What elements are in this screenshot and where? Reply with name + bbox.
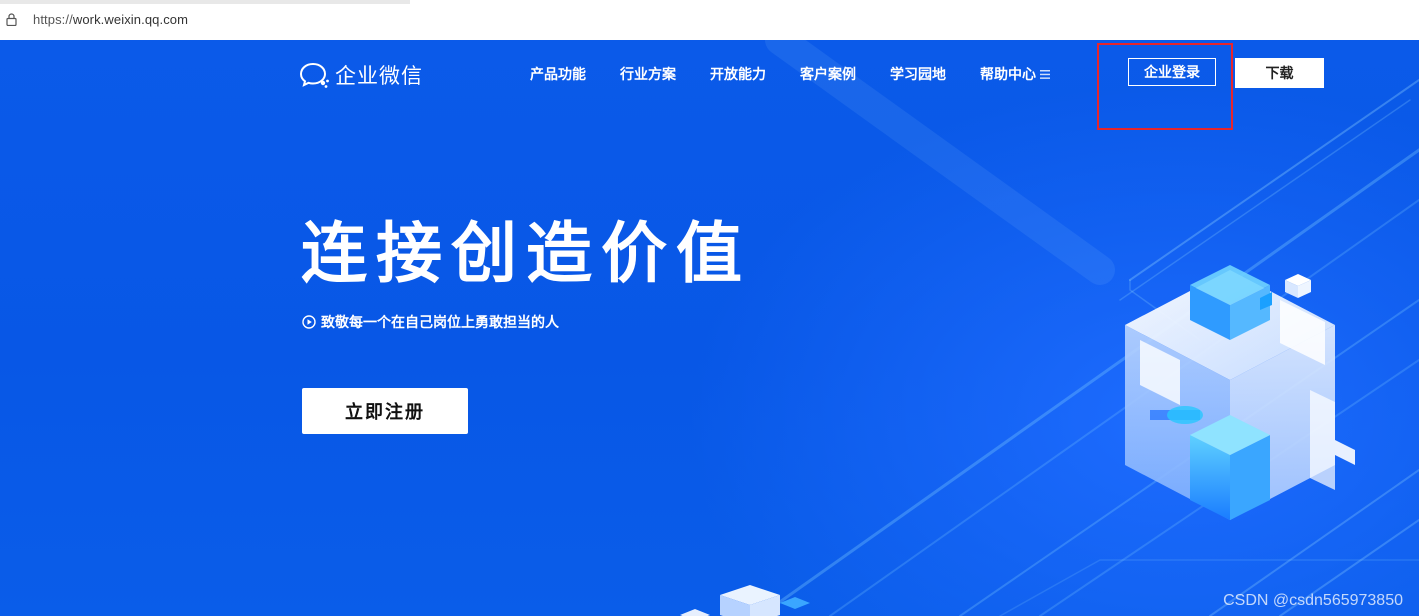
download-button[interactable]: 下载	[1235, 58, 1324, 88]
url-protocol: https://	[33, 12, 73, 27]
hero-section: 企业微信 产品功能 行业方案 开放能力 客户案例 学习园地 帮助中心 企业登录 …	[0, 40, 1419, 616]
play-circle-icon	[302, 315, 316, 329]
nav-item-solutions[interactable]: 行业方案	[620, 64, 676, 84]
logo-text: 企业微信	[335, 64, 423, 88]
watermark: CSDN @csdn565973850	[1223, 592, 1403, 609]
isometric-cube-illustration	[1125, 265, 1355, 520]
nav-item-cases[interactable]: 客户案例	[800, 64, 856, 84]
hero-subline-text: 致敬每一个在自己岗位上勇敢担当的人	[321, 315, 559, 331]
nav-item-help-label: 帮助中心	[980, 67, 1036, 83]
hero-headline: 连接创造价值	[301, 215, 751, 292]
main-nav: 产品功能 行业方案 开放能力 客户案例 学习园地 帮助中心	[530, 64, 1084, 84]
nav-item-products[interactable]: 产品功能	[530, 64, 586, 84]
lock-icon	[6, 13, 17, 26]
nav-item-open-platform[interactable]: 开放能力	[710, 64, 766, 84]
url-host: work.weixin.qq.com	[72, 12, 189, 27]
register-button[interactable]: 立即注册	[302, 388, 468, 434]
bottom-cube-blocks	[680, 585, 810, 616]
nav-item-help[interactable]: 帮助中心	[980, 64, 1050, 84]
menu-icon	[1040, 69, 1050, 79]
logo[interactable]: 企业微信	[299, 60, 423, 90]
annotation-highlight-box	[1097, 43, 1233, 130]
tab-strip	[0, 0, 410, 4]
browser-address-bar[interactable]: https://work.weixin.qq.com	[0, 0, 1419, 41]
chat-bubble-icon	[299, 62, 329, 88]
url-text[interactable]: https://work.weixin.qq.com	[33, 12, 188, 27]
hero-subline: 致敬每一个在自己岗位上勇敢担当的人	[302, 312, 559, 332]
nav-item-learning[interactable]: 学习园地	[890, 64, 946, 84]
